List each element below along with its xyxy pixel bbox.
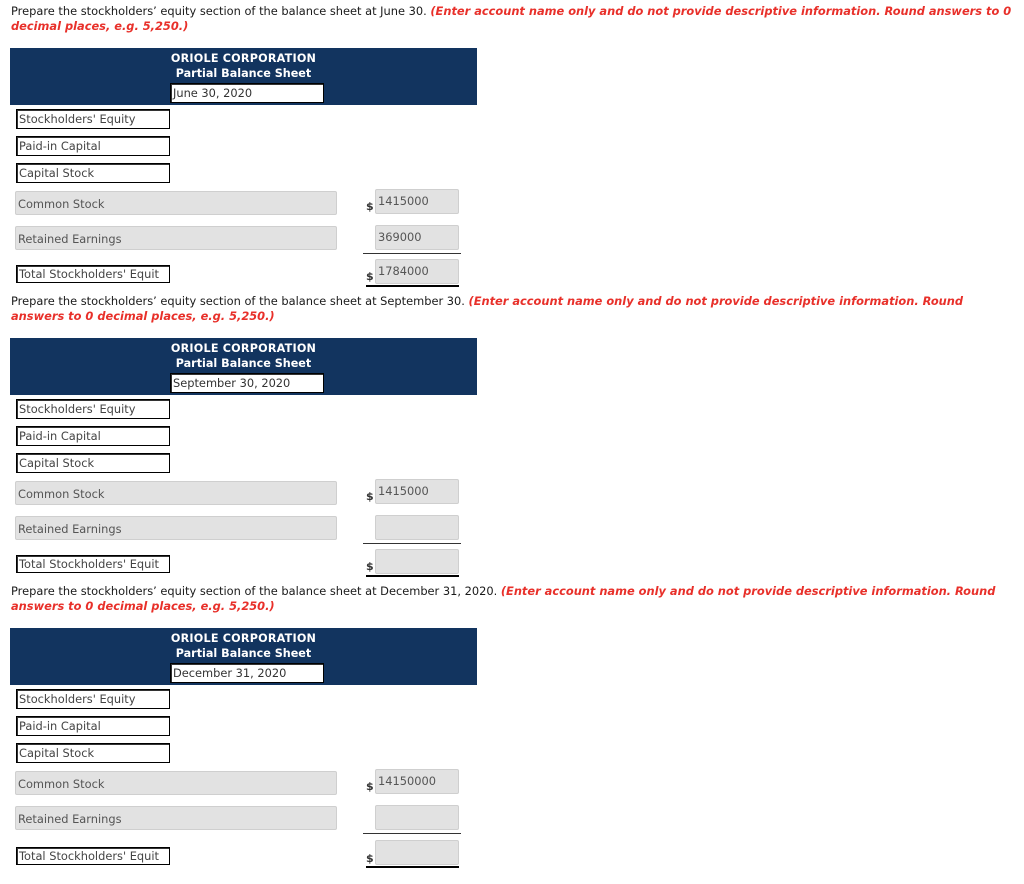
company-name: ORIOLE CORPORATION [170, 632, 317, 645]
total-double-rule [366, 575, 459, 577]
total-account-input[interactable]: Total Stockholders' Equit [16, 265, 170, 283]
date-input[interactable]: June 30, 2020 [170, 83, 324, 103]
statement-header: ORIOLE CORPORATION Partial Balance Sheet… [10, 338, 477, 395]
total-double-rule [366, 285, 459, 287]
total-amount-input[interactable]: 1784000 [375, 259, 459, 284]
statement-title: Partial Balance Sheet [175, 647, 312, 660]
instruction-text: Prepare the stockholders’ equity section… [11, 4, 431, 18]
total-account-input[interactable]: Total Stockholders' Equit [16, 555, 170, 573]
total-double-rule [366, 866, 459, 868]
company-name: ORIOLE CORPORATION [170, 52, 317, 65]
common-stock-amount-input[interactable]: 1415000 [375, 189, 459, 214]
currency-sign: $ [366, 560, 374, 573]
retained-earnings-amount-input[interactable]: 369000 [375, 225, 459, 250]
statement-header: ORIOLE CORPORATION Partial Balance Sheet… [10, 48, 477, 105]
heading-stockholders-equity-input[interactable]: Stockholders' Equity [16, 689, 170, 709]
subtotal-rule [363, 833, 461, 834]
statement-title: Partial Balance Sheet [175, 357, 312, 370]
heading-paid-in-capital-input[interactable]: Paid-in Capital [16, 136, 170, 156]
currency-sign: $ [366, 490, 374, 503]
instruction-text: Prepare the stockholders’ equity section… [11, 584, 501, 598]
instruction-december: Prepare the stockholders’ equity section… [11, 584, 1016, 614]
common-stock-account-select[interactable]: Common Stock [15, 481, 337, 505]
common-stock-account-select[interactable]: Common Stock [15, 771, 337, 795]
balance-sheet-june: ORIOLE CORPORATION Partial Balance Sheet… [0, 48, 1024, 298]
date-input[interactable]: September 30, 2020 [170, 373, 324, 393]
date-input[interactable]: December 31, 2020 [170, 663, 324, 683]
instruction-june: Prepare the stockholders’ equity section… [11, 4, 1016, 34]
currency-sign: $ [366, 200, 374, 213]
heading-capital-stock-input[interactable]: Capital Stock [16, 743, 170, 763]
retained-earnings-account-select[interactable]: Retained Earnings [15, 516, 337, 540]
subtotal-rule [363, 253, 461, 254]
total-amount-input[interactable] [375, 840, 459, 865]
balance-sheet-december: ORIOLE CORPORATION Partial Balance Sheet… [0, 628, 1024, 878]
common-stock-amount-input[interactable]: 1415000 [375, 479, 459, 504]
subtotal-rule [363, 543, 461, 544]
heading-paid-in-capital-input[interactable]: Paid-in Capital [16, 716, 170, 736]
statement-title: Partial Balance Sheet [175, 67, 312, 80]
common-stock-amount-input[interactable]: 14150000 [375, 769, 459, 794]
retained-earnings-amount-input[interactable] [375, 805, 459, 830]
common-stock-account-select[interactable]: Common Stock [15, 191, 337, 215]
balance-sheet-september: ORIOLE CORPORATION Partial Balance Sheet… [0, 338, 1024, 588]
instruction-text: Prepare the stockholders’ equity section… [11, 294, 469, 308]
currency-sign: $ [366, 780, 374, 793]
heading-capital-stock-input[interactable]: Capital Stock [16, 163, 170, 183]
heading-paid-in-capital-input[interactable]: Paid-in Capital [16, 426, 170, 446]
currency-sign: $ [366, 852, 374, 865]
heading-stockholders-equity-input[interactable]: Stockholders' Equity [16, 109, 170, 129]
total-amount-input[interactable] [375, 549, 459, 574]
statement-header: ORIOLE CORPORATION Partial Balance Sheet… [10, 628, 477, 685]
company-name: ORIOLE CORPORATION [170, 342, 317, 355]
instruction-september: Prepare the stockholders’ equity section… [11, 294, 1016, 324]
retained-earnings-account-select[interactable]: Retained Earnings [15, 806, 337, 830]
retained-earnings-account-select[interactable]: Retained Earnings [15, 226, 337, 250]
total-account-input[interactable]: Total Stockholders' Equit [16, 847, 170, 865]
heading-capital-stock-input[interactable]: Capital Stock [16, 453, 170, 473]
currency-sign: $ [366, 270, 374, 283]
heading-stockholders-equity-input[interactable]: Stockholders' Equity [16, 399, 170, 419]
retained-earnings-amount-input[interactable] [375, 515, 459, 540]
